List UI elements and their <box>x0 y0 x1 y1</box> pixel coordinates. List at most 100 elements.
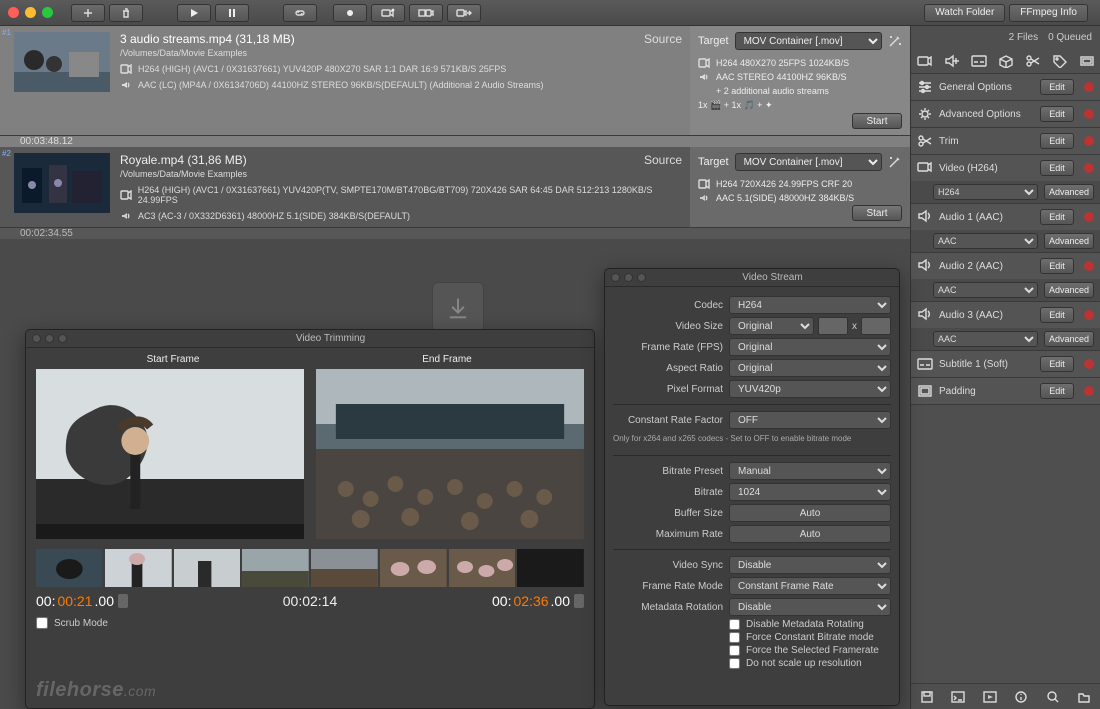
sidebar-section-video-h264-[interactable]: Video (H264) Edit <box>911 155 1100 181</box>
aspect-icon[interactable] <box>1078 52 1096 70</box>
preset-select[interactable]: Manual <box>729 462 891 480</box>
codec-select[interactable]: H264 <box>729 296 891 314</box>
duration: 00:03:48.12 <box>0 136 910 147</box>
folder-icon[interactable] <box>1077 690 1091 704</box>
sidebar-section-general-options[interactable]: General Options Edit <box>911 74 1100 100</box>
end-timecode[interactable]: 00:02:36.00 <box>492 593 584 609</box>
audio-add-icon[interactable] <box>943 52 961 70</box>
sidebar-section-subtitle-1-soft-[interactable]: Subtitle 1 (Soft) Edit <box>911 351 1100 377</box>
crf-select[interactable]: OFF <box>729 411 891 429</box>
sidebar-section-padding[interactable]: Padding Edit <box>911 378 1100 404</box>
add-button[interactable] <box>71 4 105 22</box>
codec-subselect[interactable]: AAC <box>933 331 1038 347</box>
play-button[interactable] <box>177 4 211 22</box>
sidebar-section-audio-1-aac-[interactable]: Audio 1 (AAC) Edit <box>911 204 1100 230</box>
panel-traffic[interactable] <box>611 273 646 282</box>
edit-button[interactable]: Edit <box>1040 160 1074 176</box>
watch-folder-button[interactable]: Watch Folder <box>924 4 1005 22</box>
height-input[interactable] <box>861 317 891 335</box>
magic-icon[interactable] <box>888 34 902 48</box>
start-timecode[interactable]: 00:00:21.00 <box>36 593 128 609</box>
buffer-field[interactable]: Auto <box>729 504 891 522</box>
container-select[interactable]: MOV Container [.mov] <box>735 153 882 171</box>
advanced-button[interactable]: Advanced <box>1044 282 1094 298</box>
image-camera-button[interactable] <box>409 4 443 22</box>
advanced-button[interactable]: Advanced <box>1044 184 1094 200</box>
play-file-icon[interactable] <box>983 690 997 704</box>
maxrate-field[interactable]: Auto <box>729 525 891 543</box>
subtitle-icon[interactable] <box>970 52 988 70</box>
ffmpeg-info-button[interactable]: FFmpeg Info <box>1009 4 1088 22</box>
camera-icon[interactable] <box>916 52 934 70</box>
export-camera-button[interactable] <box>447 4 481 22</box>
magic-icon[interactable] <box>888 155 902 169</box>
start-button[interactable]: Start <box>852 113 902 129</box>
sidebar-section-advanced-options[interactable]: Advanced Options Edit <box>911 101 1100 127</box>
codec-label: Codec <box>613 300 723 311</box>
queue-item[interactable]: #2 Royale.mp4 (31,86 MB) /Volumes/Data/M… <box>0 147 910 228</box>
stepper-icon[interactable] <box>118 594 128 608</box>
chk-force-framerate[interactable] <box>729 645 740 656</box>
chk-disable-rotating[interactable] <box>729 619 740 630</box>
edit-button[interactable]: Edit <box>1040 209 1074 225</box>
save-icon[interactable] <box>920 690 934 704</box>
camera-close-button[interactable] <box>371 4 405 22</box>
sidebar-section-trim[interactable]: Trim Edit <box>911 128 1100 154</box>
advanced-button[interactable]: Advanced <box>1044 331 1094 347</box>
vsync-select[interactable]: Disable <box>729 556 891 574</box>
panel-traffic[interactable] <box>32 334 67 343</box>
right-sidebar: 2 Files 0 Queued General Options Edit Ad… <box>910 26 1100 709</box>
package-icon[interactable] <box>997 52 1015 70</box>
scissors-icon[interactable] <box>1024 52 1042 70</box>
tag-icon[interactable] <box>1051 52 1069 70</box>
drop-target-icon[interactable] <box>432 282 484 334</box>
sidebar-section-audio-2-aac-[interactable]: Audio 2 (AAC) Edit <box>911 253 1100 279</box>
timeline[interactable] <box>26 539 594 591</box>
aspect-select[interactable]: Original <box>729 359 891 377</box>
edit-button[interactable]: Edit <box>1040 258 1074 274</box>
sidebar-tool-icons <box>911 48 1100 74</box>
queued-count: 0 Queued <box>1048 32 1092 43</box>
pause-button[interactable] <box>215 4 249 22</box>
files-count: 2 Files <box>1009 32 1038 43</box>
videosize-label: Video Size <box>613 321 723 332</box>
videosize-select[interactable]: Original <box>729 317 814 335</box>
frmode-select[interactable]: Constant Frame Rate <box>729 577 891 595</box>
start-button[interactable]: Start <box>852 205 902 221</box>
codec-subselect[interactable]: AAC <box>933 282 1038 298</box>
pixfmt-select[interactable]: YUV420p <box>729 380 891 398</box>
fps-select[interactable]: Original <box>729 338 891 356</box>
advanced-button[interactable]: Advanced <box>1044 233 1094 249</box>
edit-button[interactable]: Edit <box>1040 133 1074 149</box>
queue-item[interactable]: #1 3 audio streams.mp4 (31,18 MB) /Volum… <box>0 26 910 136</box>
record-button[interactable] <box>333 4 367 22</box>
info-icon[interactable] <box>1014 690 1028 704</box>
width-input[interactable] <box>818 317 848 335</box>
edit-button[interactable]: Edit <box>1040 79 1074 95</box>
edit-button[interactable]: Edit <box>1040 356 1074 372</box>
stepper-icon[interactable] <box>574 594 584 608</box>
maximize-icon[interactable] <box>42 7 53 18</box>
terminal-icon[interactable] <box>951 690 965 704</box>
end-frame-preview[interactable] <box>316 369 584 539</box>
edit-button[interactable]: Edit <box>1040 307 1074 323</box>
chk-label: Force Constant Bitrate mode <box>746 632 874 643</box>
container-select[interactable]: MOV Container [.mov] <box>735 32 882 50</box>
chk-no-upscale[interactable] <box>729 658 740 669</box>
delete-button[interactable] <box>109 4 143 22</box>
edit-button[interactable]: Edit <box>1040 383 1074 399</box>
start-frame-preview[interactable] <box>36 369 304 539</box>
codec-subselect[interactable]: AAC <box>933 233 1038 249</box>
edit-button[interactable]: Edit <box>1040 106 1074 122</box>
search-icon[interactable] <box>1046 690 1060 704</box>
minimize-icon[interactable] <box>25 7 36 18</box>
sidebar-section-audio-3-aac-[interactable]: Audio 3 (AAC) Edit <box>911 302 1100 328</box>
mrot-select[interactable]: Disable <box>729 598 891 616</box>
watermark: filehorse.com <box>36 679 156 702</box>
close-icon[interactable] <box>8 7 19 18</box>
codec-subselect[interactable]: H264 <box>933 184 1038 200</box>
link-button[interactable] <box>283 4 317 22</box>
chk-force-cbr[interactable] <box>729 632 740 643</box>
scrub-mode-checkbox[interactable] <box>36 617 48 629</box>
bitrate-select[interactable]: 1024 <box>729 483 891 501</box>
